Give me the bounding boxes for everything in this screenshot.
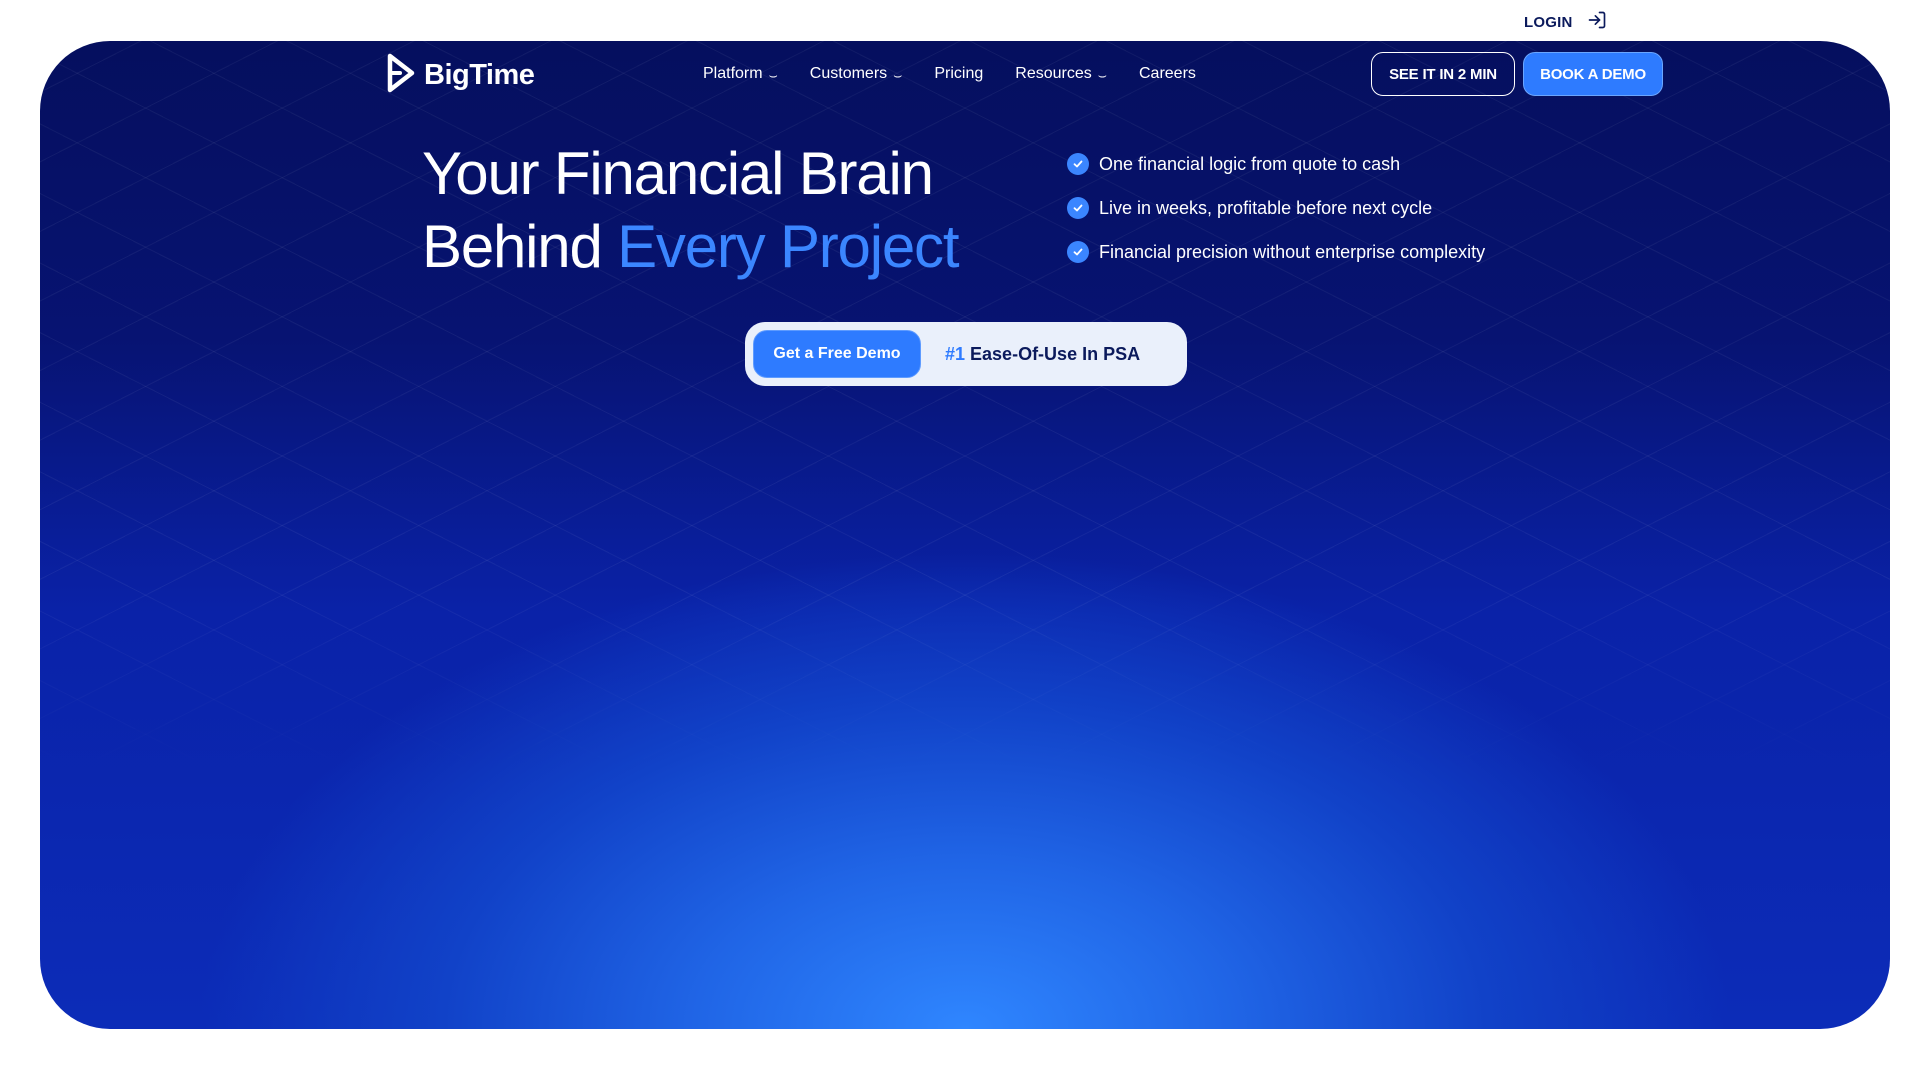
chevron-down-icon: ⌣ xyxy=(893,66,903,83)
top-utility-bar: LOGIN xyxy=(0,0,1920,40)
checklist-item: Live in weeks, profitable before next cy… xyxy=(1067,196,1485,220)
nav-item-resources[interactable]: Resources ⌣ xyxy=(1015,65,1107,83)
login-label: LOGIN xyxy=(1524,13,1573,31)
login-link[interactable]: LOGIN xyxy=(1524,10,1607,34)
headline-line-1: Your Financial Brain xyxy=(422,140,934,207)
chevron-down-icon: ⌣ xyxy=(1097,66,1107,83)
benefits-checklist: One financial logic from quote to cash L… xyxy=(1067,152,1485,264)
hero-section: BigTime Platform ⌣ Customers ⌣ Pricing R… xyxy=(40,41,1890,1029)
nav-item-label: Customers xyxy=(809,65,888,82)
get-free-demo-button[interactable]: Get a Free Demo xyxy=(753,330,921,378)
check-circle-icon xyxy=(1067,153,1089,175)
nav-item-label: Platform xyxy=(703,65,763,82)
checklist-text: One financial logic from quote to cash xyxy=(1099,153,1401,174)
headline-line-2-accent: Every Project xyxy=(617,213,959,280)
nav-item-platform[interactable]: Platform ⌣ xyxy=(703,65,778,83)
brand-logo[interactable]: BigTime xyxy=(386,53,535,98)
nav-item-customers[interactable]: Customers ⌣ xyxy=(810,65,903,83)
hero-headline: Your Financial Brain Behind Every Projec… xyxy=(422,137,959,283)
nav-item-careers[interactable]: Careers xyxy=(1139,65,1196,83)
bigtime-logo-icon xyxy=(386,53,416,98)
nav-item-label: Resources xyxy=(1015,65,1092,82)
hero-grid-pattern xyxy=(40,41,1890,1029)
nav-item-label: Careers xyxy=(1138,65,1196,82)
see-it-in-2-min-button[interactable]: SEE IT IN 2 MIN xyxy=(1371,52,1515,96)
nav-item-label: Pricing xyxy=(934,65,984,82)
badge-number: #1 xyxy=(945,343,966,364)
badge-text: Ease-Of-Use In PSA xyxy=(965,343,1141,364)
headline-line-2-plain: Behind xyxy=(422,213,618,280)
check-circle-icon xyxy=(1067,197,1089,219)
book-a-demo-button[interactable]: BOOK A DEMO xyxy=(1523,52,1663,96)
check-circle-icon xyxy=(1067,241,1089,263)
ease-of-use-badge: #1 Ease-Of-Use In PSA xyxy=(945,344,1140,365)
checklist-text: Financial precision without enterprise c… xyxy=(1099,241,1486,262)
brand-name: BigTime xyxy=(424,59,535,91)
nav-item-pricing[interactable]: Pricing xyxy=(934,65,983,83)
checklist-item: One financial logic from quote to cash xyxy=(1067,152,1485,176)
checklist-item: Financial precision without enterprise c… xyxy=(1067,240,1485,264)
main-nav: Platform ⌣ Customers ⌣ Pricing Resources… xyxy=(703,65,1196,83)
checklist-text: Live in weeks, profitable before next cy… xyxy=(1099,197,1433,218)
chevron-down-icon: ⌣ xyxy=(768,66,778,83)
login-icon xyxy=(1587,10,1607,34)
cta-pill: Get a Free Demo #1 Ease-Of-Use In PSA xyxy=(745,322,1187,386)
